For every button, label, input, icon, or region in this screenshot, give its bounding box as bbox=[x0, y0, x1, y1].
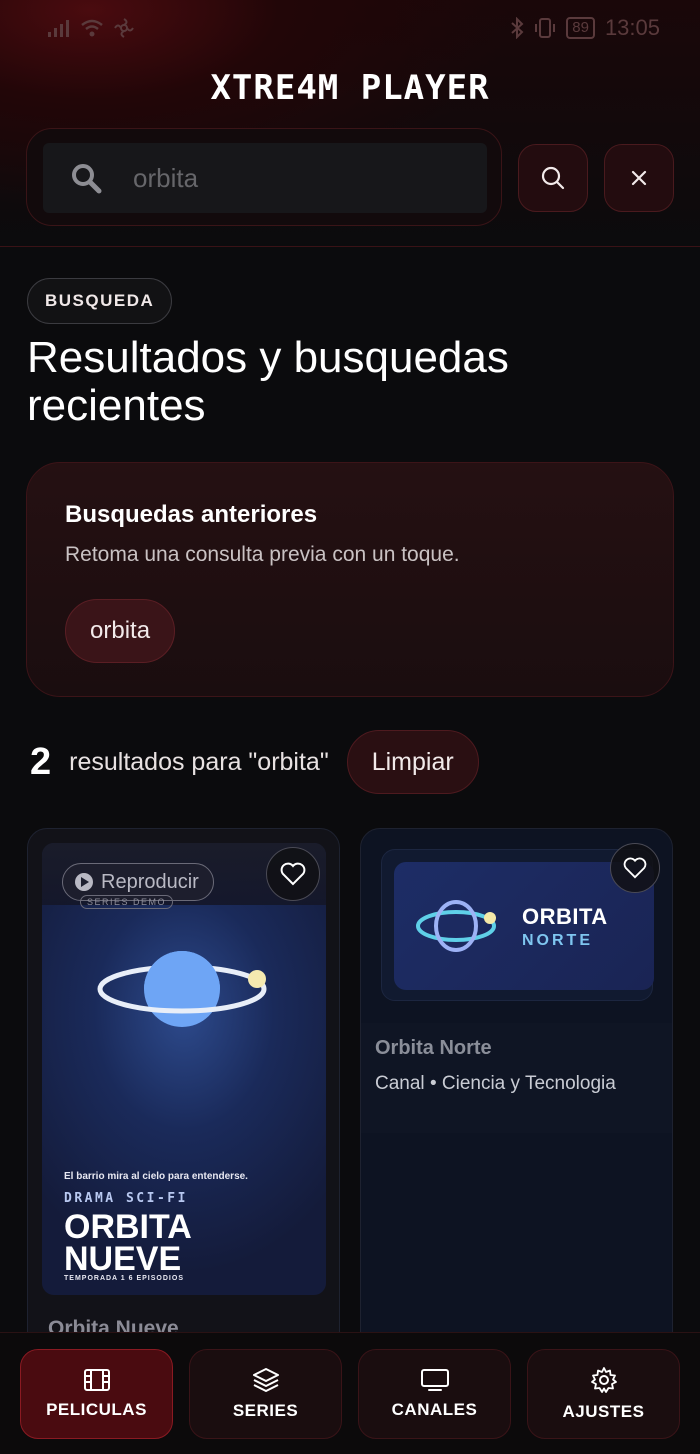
search-icon bbox=[541, 166, 565, 190]
search-icon bbox=[72, 164, 102, 194]
signal-icon bbox=[48, 20, 69, 37]
search-box bbox=[26, 128, 502, 226]
nav-label: SERIES bbox=[232, 1401, 299, 1420]
series-poster: Reproducir SERIES DEMO El barrio mira al… bbox=[42, 843, 326, 1295]
tv-icon bbox=[420, 1369, 449, 1391]
clock: 13:05 bbox=[604, 15, 660, 40]
header-divider bbox=[0, 246, 700, 247]
heart-icon bbox=[280, 862, 306, 886]
play-icon bbox=[75, 873, 93, 891]
gear-icon bbox=[590, 1367, 617, 1393]
battery-indicator: 89 bbox=[566, 17, 595, 39]
page-title: Resultados y busquedas recientes bbox=[27, 333, 509, 430]
results-count: 2 bbox=[30, 740, 52, 783]
vibrate-icon bbox=[535, 18, 556, 38]
poster-genre: DRAMA SCI-FI bbox=[64, 1191, 188, 1206]
channel-category: Ciencia y Tecnologia bbox=[441, 1073, 616, 1094]
previous-searches-title: Busquedas anteriores bbox=[65, 501, 318, 528]
clear-results-button[interactable]: Limpiar bbox=[346, 730, 479, 794]
previous-search-chip[interactable]: orbita bbox=[65, 599, 176, 663]
result-card-channel[interactable]: ORBITA NORTE Orbita Norte Canal • Cienci… bbox=[360, 828, 673, 1388]
nav-item-series[interactable]: SERIES bbox=[189, 1349, 342, 1439]
nav-label: CANALES bbox=[391, 1400, 478, 1419]
channel-logo-sub: NORTE bbox=[522, 932, 593, 949]
fan-icon bbox=[114, 18, 134, 38]
clear-search-button[interactable] bbox=[604, 144, 674, 212]
bottom-navigation: PELICULAS SERIES CANALES AJUSTES bbox=[0, 1332, 700, 1454]
planet-logo-icon bbox=[416, 900, 496, 952]
result-card-series[interactable]: Reproducir SERIES DEMO El barrio mira al… bbox=[27, 828, 340, 1388]
poster-tagline: El barrio mira al cielo para entenderse. bbox=[64, 1171, 248, 1182]
app-title: XTRE4M PLAYER bbox=[210, 68, 490, 108]
nav-label: AJUSTES bbox=[562, 1402, 645, 1421]
channel-logo-name: ORBITA bbox=[522, 904, 608, 929]
search-input[interactable] bbox=[133, 162, 453, 194]
results-label: resultados para "orbita" bbox=[69, 747, 329, 776]
poster-title: ORBITA NUEVE bbox=[64, 1208, 191, 1278]
close-icon bbox=[631, 170, 647, 186]
meta-separator: • bbox=[429, 1073, 442, 1094]
status-bar: 89 13:05 bbox=[0, 0, 700, 56]
film-icon bbox=[83, 1369, 110, 1391]
section-chip: BUSQUEDA bbox=[27, 278, 173, 324]
planet-illustration bbox=[97, 951, 267, 1027]
previous-searches-subtitle: Retoma una consulta previa con un toque. bbox=[65, 543, 460, 566]
nav-item-ajustes[interactable]: AJUSTES bbox=[527, 1349, 680, 1439]
favorite-button[interactable] bbox=[610, 843, 660, 893]
search-button[interactable] bbox=[518, 144, 588, 212]
layers-icon bbox=[252, 1368, 279, 1392]
series-demo-badge: SERIES DEMO bbox=[80, 895, 174, 909]
nav-item-peliculas[interactable]: PELICULAS bbox=[20, 1349, 173, 1439]
result-name: Orbita Norte bbox=[375, 1037, 492, 1059]
favorite-button[interactable] bbox=[266, 847, 320, 901]
play-label: Reproducir bbox=[101, 870, 199, 893]
channel-info: Orbita Norte Canal • Ciencia y Tecnologi… bbox=[361, 1023, 672, 1133]
heart-icon bbox=[623, 857, 647, 879]
nav-item-canales[interactable]: CANALES bbox=[358, 1349, 511, 1439]
previous-searches-card: Busquedas anteriores Retoma una consulta… bbox=[26, 462, 674, 697]
channel-type: Canal bbox=[375, 1073, 425, 1094]
poster-season: TEMPORADA 1 6 EPISODIOS bbox=[64, 1275, 184, 1282]
search-field[interactable] bbox=[43, 143, 487, 213]
channel-meta: Canal • Ciencia y Tecnologia bbox=[375, 1073, 616, 1095]
results-summary: 2 resultados para "orbita" Limpiar bbox=[30, 730, 479, 794]
wifi-icon bbox=[81, 19, 103, 37]
bluetooth-icon bbox=[511, 17, 524, 39]
nav-label: PELICULAS bbox=[46, 1400, 147, 1419]
